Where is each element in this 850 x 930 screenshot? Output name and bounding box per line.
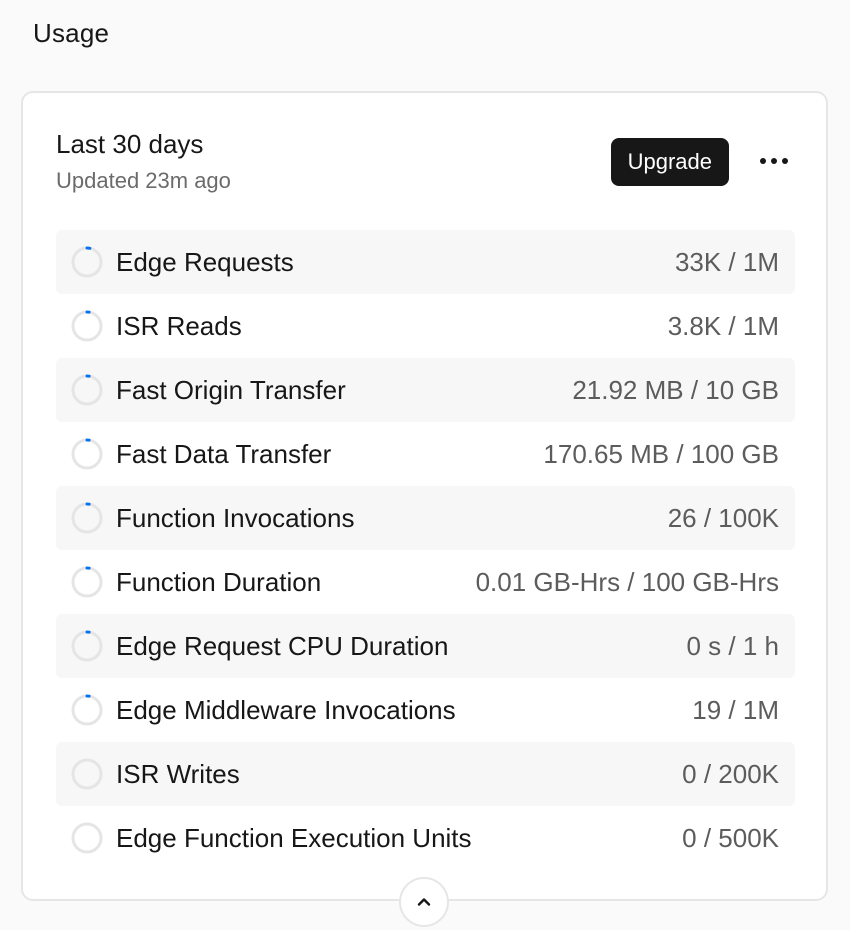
updated-timestamp: Updated 23m ago xyxy=(56,168,231,193)
usage-row[interactable]: Edge Function Execution Units 0 / 500K xyxy=(56,806,795,870)
usage-label: Edge Request CPU Duration xyxy=(116,630,449,661)
usage-value: 26 / 100K xyxy=(667,502,779,533)
usage-progress-ring-icon xyxy=(71,630,103,662)
more-dot xyxy=(771,158,777,164)
usage-progress-ring-icon xyxy=(71,822,103,854)
usage-value: 0 s / 1 h xyxy=(686,630,780,661)
usage-section-title: Usage xyxy=(33,18,110,48)
usage-value: 0 / 500K xyxy=(682,822,779,853)
usage-value: 0 / 200K xyxy=(682,758,779,789)
usage-value: 33K / 1M xyxy=(674,246,779,277)
chevron-up-icon xyxy=(417,898,431,906)
usage-progress-ring-icon xyxy=(71,374,103,406)
usage-row[interactable]: ISR Reads 3.8K / 1M xyxy=(56,294,795,358)
usage-row[interactable]: Function Invocations 26 / 100K xyxy=(56,486,795,550)
period-title: Last 30 days xyxy=(56,129,204,159)
usage-progress-ring-icon xyxy=(71,502,103,534)
usage-row[interactable]: Edge Middleware Invocations 19 / 1M xyxy=(56,678,795,742)
more-dot xyxy=(760,158,766,164)
usage-label: Fast Origin Transfer xyxy=(116,374,346,405)
usage-label: ISR Reads xyxy=(116,310,242,341)
usage-list: Edge Requests 33K / 1M ISR Reads 3.8K / 1M F… xyxy=(56,230,795,870)
usage-label: Fast Data Transfer xyxy=(116,438,332,469)
usage-label: ISR Writes xyxy=(116,758,240,789)
usage-value: 3.8K / 1M xyxy=(667,310,779,341)
collapse-button[interactable] xyxy=(399,877,449,927)
usage-progress-ring-icon xyxy=(71,246,103,278)
usage-value: 170.65 MB / 100 GB xyxy=(543,438,779,469)
usage-row[interactable]: Fast Data Transfer 170.65 MB / 100 GB xyxy=(56,422,795,486)
usage-label: Function Invocations xyxy=(116,502,355,533)
usage-row[interactable]: Fast Origin Transfer 21.92 MB / 10 GB xyxy=(56,358,795,422)
usage-label: Edge Function Execution Units xyxy=(116,822,472,853)
usage-row[interactable]: Edge Request CPU Duration 0 s / 1 h xyxy=(56,614,795,678)
upgrade-button[interactable]: Upgrade xyxy=(610,138,729,186)
more-options-icon[interactable] xyxy=(755,141,793,181)
usage-row[interactable]: ISR Writes 0 / 200K xyxy=(56,742,795,806)
usage-label: Function Duration xyxy=(116,566,322,597)
usage-progress-ring-icon xyxy=(71,438,103,470)
usage-progress-ring-icon xyxy=(71,310,103,342)
usage-progress-ring-icon xyxy=(71,566,103,598)
usage-row[interactable]: Edge Requests 33K / 1M xyxy=(56,230,795,294)
usage-card: Last 30 days Updated 23m ago Upgrade Edg… xyxy=(21,91,828,901)
usage-label: Edge Requests xyxy=(116,246,294,277)
usage-value: 19 / 1M xyxy=(692,694,779,725)
usage-value: 21.92 MB / 10 GB xyxy=(572,374,779,405)
card-header: Last 30 days Updated 23m ago Upgrade xyxy=(56,129,793,193)
usage-row[interactable]: Function Duration 0.01 GB-Hrs / 100 GB-Hr… xyxy=(56,550,795,614)
usage-progress-ring-icon xyxy=(71,694,103,726)
usage-progress-ring-icon xyxy=(71,758,103,790)
more-dot xyxy=(782,158,788,164)
usage-value: 0.01 GB-Hrs / 100 GB-Hrs xyxy=(475,566,779,597)
usage-label: Edge Middleware Invocations xyxy=(116,694,456,725)
